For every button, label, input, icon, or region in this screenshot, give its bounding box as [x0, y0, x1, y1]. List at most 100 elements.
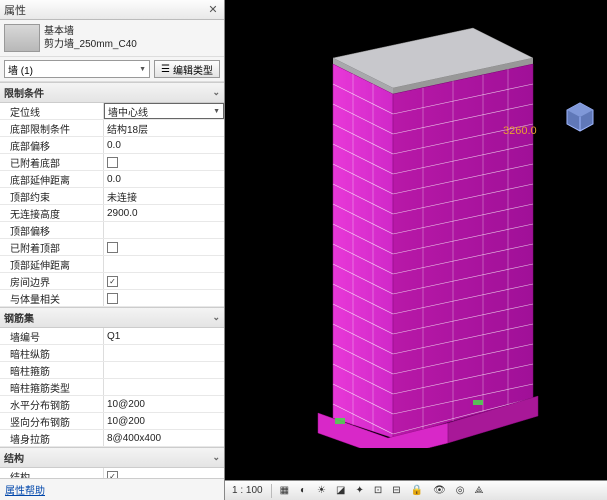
building-model — [273, 18, 573, 448]
view-cube[interactable] — [563, 100, 597, 134]
property-value[interactable] — [104, 345, 224, 361]
reveal-constraints-button[interactable]: ⟁ — [471, 483, 488, 499]
property-label: 水平分布钢筋 — [0, 396, 104, 412]
property-value[interactable]: 10@200 — [104, 396, 224, 412]
group-header[interactable]: 限制条件⌄ — [0, 82, 224, 103]
type-info: 基本墙 剪力墙_250mm_C40 — [44, 25, 220, 51]
property-value[interactable]: 0.0 — [104, 171, 224, 187]
property-row: 定位线墙中心线▼ — [0, 103, 224, 120]
property-row: 与体量相关 — [0, 290, 224, 307]
crop-region-visible-button[interactable]: ⊟ — [388, 483, 404, 499]
checkbox[interactable] — [107, 242, 118, 253]
property-value[interactable] — [104, 239, 224, 255]
property-value[interactable] — [104, 379, 224, 395]
scale-button[interactable]: 1 : 100 — [228, 483, 267, 499]
checkbox[interactable] — [107, 293, 118, 304]
property-label: 暗柱纵筋 — [0, 345, 104, 361]
view-control-bar: 1 : 100 ▦ ◐ ☀ ◪ ✦ ⊡ ⊟ 🔒 👁 ◎ ⟁ — [225, 480, 607, 500]
property-label: 定位线 — [0, 103, 104, 119]
checkbox[interactable]: ✓ — [107, 471, 118, 479]
separator — [271, 484, 272, 498]
property-row: 暗柱箍筋 — [0, 362, 224, 379]
property-value[interactable] — [104, 256, 224, 272]
property-label: 墙身拉筋 — [0, 430, 104, 446]
property-value[interactable]: Q1 — [104, 328, 224, 344]
property-value[interactable]: 10@200 — [104, 413, 224, 429]
property-row: 底部偏移0.0 — [0, 137, 224, 154]
rendering-button[interactable]: ✦ — [351, 483, 367, 499]
family-dropdown[interactable]: 墙 (1) ▼ — [4, 60, 150, 78]
detail-level-button[interactable]: ▦ — [276, 483, 293, 499]
property-label: 已附着顶部 — [0, 239, 104, 255]
3d-viewport[interactable]: 3260.0 1 : 100 ▦ ◐ ☀ ◪ ✦ ⊡ ⊟ 🔒 👁 ◎ ⟁ — [225, 0, 607, 500]
property-row: 顶部延伸距离 — [0, 256, 224, 273]
property-row: 墙编号Q1 — [0, 328, 224, 345]
lock-3d-button[interactable]: 🔒 — [407, 483, 427, 499]
property-row: 暗柱箍筋类型 — [0, 379, 224, 396]
property-label: 顶部延伸距离 — [0, 256, 104, 272]
property-value[interactable]: ✓ — [104, 273, 224, 289]
properties-help-link[interactable]: 属性帮助 — [0, 478, 224, 500]
expand-icon: ⌄ — [212, 312, 220, 323]
property-label: 顶部偏移 — [0, 222, 104, 238]
sun-path-button[interactable]: ☀ — [313, 483, 330, 499]
property-row: 已附着顶部 — [0, 239, 224, 256]
type-selector[interactable]: 基本墙 剪力墙_250mm_C40 — [0, 20, 224, 56]
property-value[interactable]: 0.0 — [104, 137, 224, 153]
property-value[interactable]: 2900.0 — [104, 205, 224, 221]
property-grid[interactable]: 限制条件⌄定位线墙中心线▼底部限制条件结构18层底部偏移0.0已附着底部底部延伸… — [0, 82, 224, 478]
type-swatch — [4, 24, 40, 52]
properties-panel: 属性 ✕ 基本墙 剪力墙_250mm_C40 墙 (1) ▼ ☰ 编辑类型 限制… — [0, 0, 225, 500]
property-row: 墙身拉筋8@400x400 — [0, 430, 224, 447]
property-label: 墙编号 — [0, 328, 104, 344]
property-label: 结构 — [0, 468, 104, 478]
panel-header: 属性 ✕ — [0, 0, 224, 20]
property-row: 水平分布钢筋10@200 — [0, 396, 224, 413]
property-label: 暗柱箍筋类型 — [0, 379, 104, 395]
chevron-down-icon: ▼ — [213, 108, 220, 115]
group-header[interactable]: 结构⌄ — [0, 447, 224, 468]
property-label: 暗柱箍筋 — [0, 362, 104, 378]
dimension-annotation: 3260.0 — [503, 125, 537, 137]
property-value[interactable]: ✓ — [104, 468, 224, 478]
property-value[interactable]: 未连接 — [104, 188, 224, 204]
group-header[interactable]: 钢筋集⌄ — [0, 307, 224, 328]
edit-type-icon: ☰ — [161, 64, 170, 75]
property-value[interactable] — [104, 290, 224, 306]
visual-style-button[interactable]: ◐ — [295, 483, 311, 499]
crop-view-button[interactable]: ⊡ — [370, 483, 386, 499]
property-row: 顶部偏移 — [0, 222, 224, 239]
property-label: 房间边界 — [0, 273, 104, 289]
property-row: 结构✓ — [0, 468, 224, 478]
property-label: 竖向分布钢筋 — [0, 413, 104, 429]
type-name: 剪力墙_250mm_C40 — [44, 38, 220, 51]
property-value[interactable]: 8@400x400 — [104, 430, 224, 446]
property-row: 暗柱纵筋 — [0, 345, 224, 362]
property-label: 已附着底部 — [0, 154, 104, 170]
shadows-button[interactable]: ◪ — [332, 483, 349, 499]
edit-type-label: 编辑类型 — [173, 62, 213, 77]
property-value[interactable] — [104, 154, 224, 170]
close-icon[interactable]: ✕ — [206, 3, 220, 17]
scale-value: 1 : 100 — [232, 485, 263, 496]
property-value[interactable]: 结构18层 — [104, 120, 224, 136]
temp-hide-button[interactable]: 👁 — [429, 483, 450, 499]
property-label: 与体量相关 — [0, 290, 104, 306]
property-value[interactable] — [104, 362, 224, 378]
family-name: 基本墙 — [44, 25, 220, 38]
property-label: 底部延伸距离 — [0, 171, 104, 187]
checkbox[interactable] — [107, 157, 118, 168]
edit-type-button[interactable]: ☰ 编辑类型 — [154, 60, 220, 78]
family-filter-row: 墙 (1) ▼ ☰ 编辑类型 — [0, 56, 224, 82]
chevron-down-icon: ▼ — [139, 66, 146, 73]
property-value[interactable] — [104, 222, 224, 238]
reveal-hidden-button[interactable]: ◎ — [452, 483, 469, 499]
property-label: 无连接高度 — [0, 205, 104, 221]
checkbox[interactable]: ✓ — [107, 276, 118, 287]
property-row: 房间边界✓ — [0, 273, 224, 290]
expand-icon: ⌄ — [212, 452, 220, 463]
panel-title: 属性 — [4, 2, 206, 18]
property-row: 底部限制条件结构18层 — [0, 120, 224, 137]
expand-icon: ⌄ — [212, 87, 220, 98]
property-value[interactable]: 墙中心线▼ — [104, 103, 224, 119]
